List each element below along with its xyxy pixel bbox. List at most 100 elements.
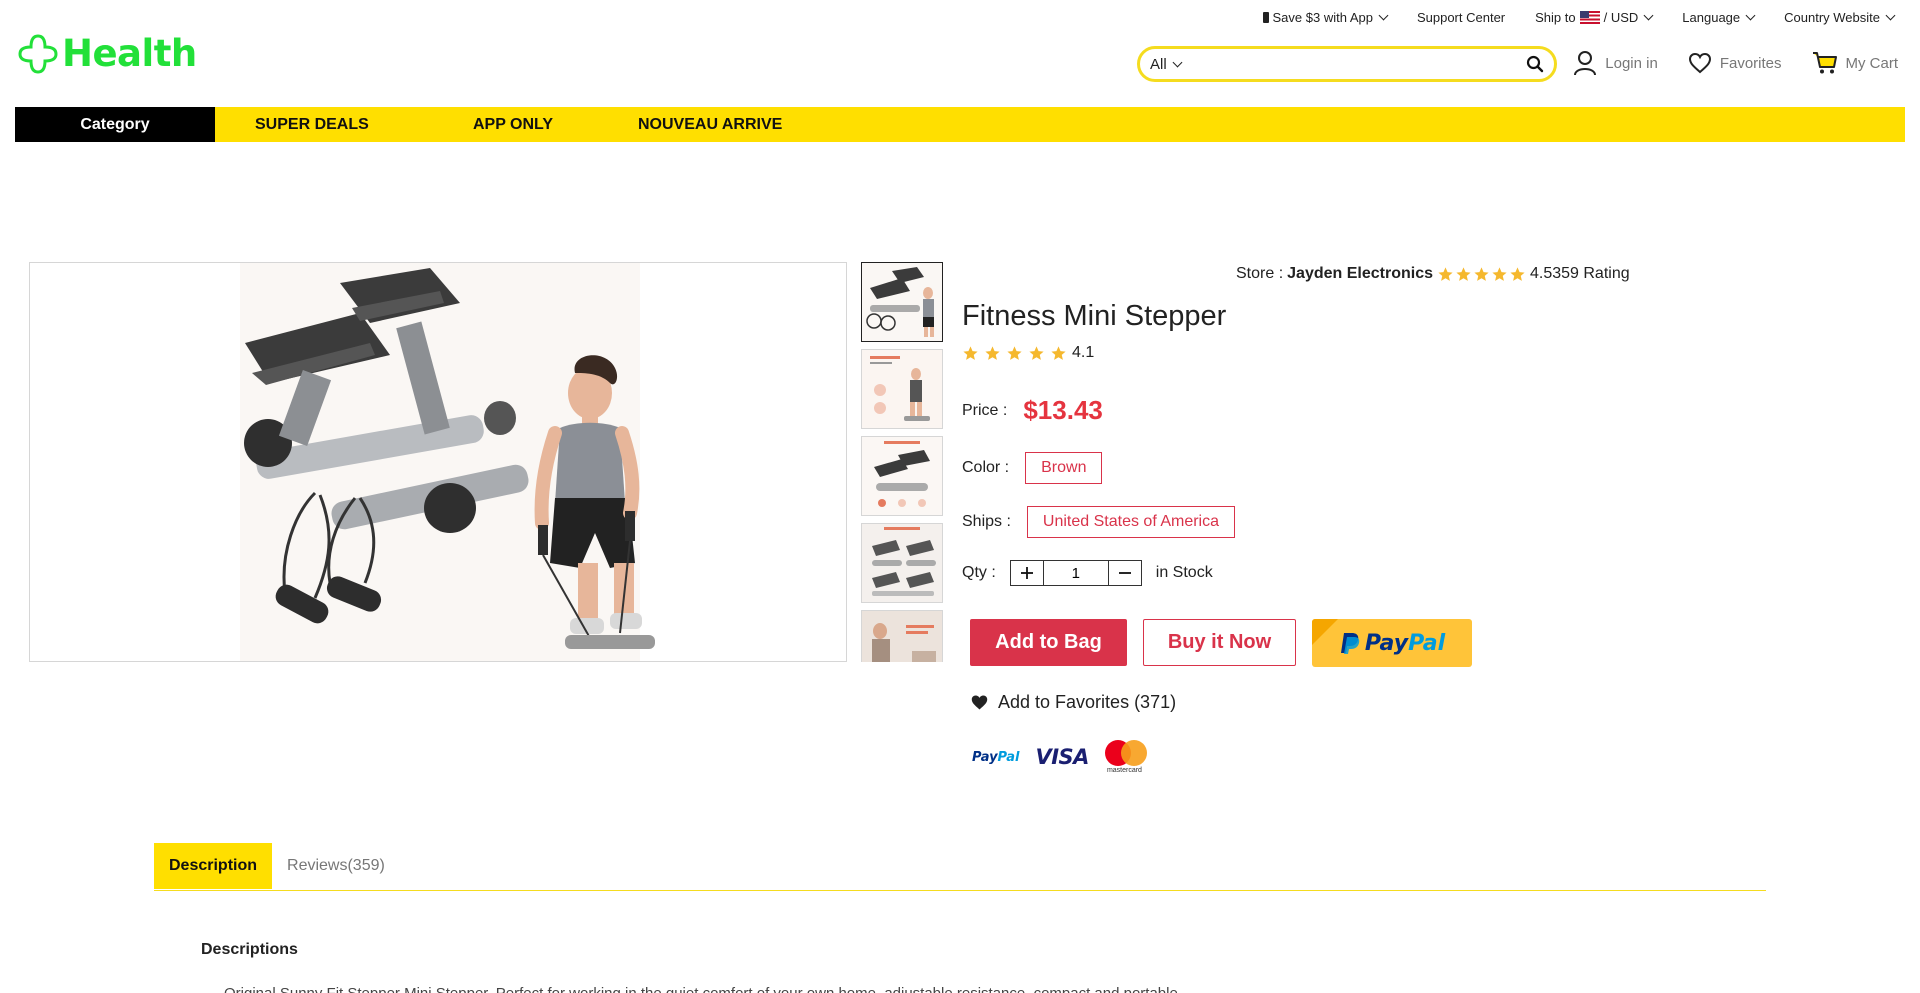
store-rating-text: 4.5359 Rating [1529, 265, 1630, 282]
us-flag-icon [1579, 11, 1600, 24]
ship-to-selector[interactable]: Ship to / USD [1535, 10, 1654, 25]
site-logo[interactable]: Health [18, 32, 197, 75]
product-rating: 4.1 [962, 344, 1094, 362]
thumbnail-4[interactable] [861, 523, 943, 603]
currency-label: / USD [1603, 10, 1639, 25]
search-category-dropdown[interactable]: All [1150, 56, 1183, 73]
cart-label: My Cart [1845, 54, 1899, 72]
thumbnail-3[interactable] [861, 436, 943, 516]
support-center-label: Support Center [1416, 10, 1506, 25]
search-icon[interactable] [1526, 55, 1544, 73]
tab-reviews[interactable]: Reviews(359) [272, 843, 400, 889]
star-icon [985, 345, 1000, 360]
star-icon [1051, 345, 1066, 360]
quantity-input[interactable] [1042, 561, 1109, 585]
app-promo-link[interactable]: Save $3 with App [1262, 10, 1389, 25]
ship-to-label: Ship to [1535, 10, 1576, 25]
main-nav: Category SUPER DEALS APP ONLY NOUVEAU AR… [15, 107, 1905, 142]
store-name-link[interactable]: Jayden Electronics [1287, 265, 1433, 283]
add-to-bag-button[interactable]: Add to Bag [970, 619, 1127, 666]
thumbnail-image [862, 524, 942, 602]
paypal-logo-icon [1340, 633, 1360, 654]
buy-now-button[interactable]: Buy it Now [1143, 619, 1296, 666]
thumbnail-image [862, 437, 942, 515]
payment-methods: PayPal VISA mastercard [972, 740, 1149, 774]
login-link[interactable]: Login in [1573, 50, 1658, 76]
product-title: Fitness Mini Stepper [962, 300, 1227, 332]
thumbnail-image [862, 263, 942, 341]
minus-icon [1118, 572, 1131, 574]
product-rating-value: 4.1 [1072, 344, 1095, 361]
language-selector[interactable]: Language [1682, 10, 1756, 25]
visa-logo: VISA [1035, 745, 1089, 769]
utility-bar: Save $3 with App Support Center Ship to … [1233, 10, 1896, 25]
color-option-brown[interactable]: Brown [1025, 452, 1103, 484]
stock-status: in Stock [1155, 564, 1213, 581]
tab-description[interactable]: Description [154, 843, 273, 889]
thumbnail-2[interactable] [861, 349, 943, 429]
purchase-buttons: Add to Bag Buy it Now PayPal [970, 619, 1472, 667]
nav-item-super-deals[interactable]: SUPER DEALS [255, 116, 369, 134]
increase-qty-button[interactable] [1011, 561, 1043, 585]
chevron-down-icon [1885, 10, 1896, 21]
star-icon [963, 345, 978, 360]
star-icon [1510, 266, 1525, 281]
star-icon [1438, 266, 1453, 281]
header-actions: Login in Favorites My Cart [1573, 50, 1898, 76]
ships-label: Ships : [962, 513, 1011, 530]
main-product-image[interactable] [29, 262, 847, 662]
paypal-checkout-button[interactable]: PayPal [1312, 619, 1472, 667]
favorites-label: Favorites [1719, 54, 1782, 72]
health-cross-icon [18, 33, 58, 74]
price-row: Price : $13.43 [962, 395, 1103, 426]
user-icon [1574, 51, 1597, 76]
star-icon [1007, 345, 1022, 360]
phone-icon [1262, 12, 1269, 23]
star-icon [1456, 266, 1471, 281]
thumbnail-image [862, 350, 942, 428]
heart-icon [1688, 52, 1711, 74]
star-icon [1492, 266, 1507, 281]
product-price: $13.43 [1023, 395, 1103, 425]
search-bar: All [1137, 46, 1557, 82]
nav-item-app-only[interactable]: APP ONLY [473, 116, 553, 134]
lightning-icon [1312, 619, 1338, 645]
mastercard-logo: mastercard [1104, 740, 1149, 774]
thumbnail-1[interactable] [861, 262, 943, 342]
favorites-link[interactable]: Favorites [1688, 50, 1782, 76]
stepper-product-photo [240, 263, 655, 661]
chevron-down-icon [1643, 10, 1654, 21]
paypal-logo: PayPal [972, 749, 1020, 765]
language-label: Language [1682, 10, 1741, 25]
star-icon [1474, 266, 1489, 281]
star-icon [1029, 345, 1044, 360]
product-tabs: Description Reviews(359) [154, 843, 1766, 891]
nav-category-button[interactable]: Category [15, 107, 215, 142]
color-row: Color : Brown [962, 452, 1103, 484]
nav-item-nouveau-arrive[interactable]: NOUVEAU ARRIVE [638, 116, 782, 134]
nav-category-label: Category [80, 115, 150, 133]
thumbnail-5[interactable] [861, 610, 943, 662]
login-label: Login in [1605, 54, 1658, 72]
quantity-row: Qty : in Stock [962, 560, 1213, 586]
chevron-down-icon [1378, 10, 1389, 21]
plus-icon [1020, 567, 1033, 579]
paypal-wordmark: PayPal [1364, 630, 1446, 656]
store-star-rating [1437, 266, 1526, 283]
ships-option-usa[interactable]: United States of America [1026, 506, 1236, 538]
product-star-rating [962, 345, 1067, 362]
search-input[interactable] [1188, 49, 1526, 79]
description-heading: Descriptions [201, 941, 298, 958]
cart-link[interactable]: My Cart [1812, 50, 1899, 76]
color-label: Color : [962, 459, 1010, 476]
description-text: Original Sunny Fit Stepper Mini Stepper.… [224, 985, 1182, 993]
cart-icon [1812, 52, 1837, 74]
decrease-qty-button[interactable] [1109, 561, 1141, 585]
add-to-favorites-label: Add to Favorites (371) [998, 692, 1177, 712]
support-center-link[interactable]: Support Center [1417, 10, 1505, 25]
add-to-favorites-button[interactable]: Add to Favorites (371) [970, 692, 1176, 713]
country-website-selector[interactable]: Country Website [1784, 10, 1896, 25]
store-info: Store : Jayden Electronics 4.5359 Rating [1236, 265, 1630, 283]
ships-row: Ships : United States of America [962, 506, 1236, 538]
qty-label: Qty : [962, 564, 996, 581]
